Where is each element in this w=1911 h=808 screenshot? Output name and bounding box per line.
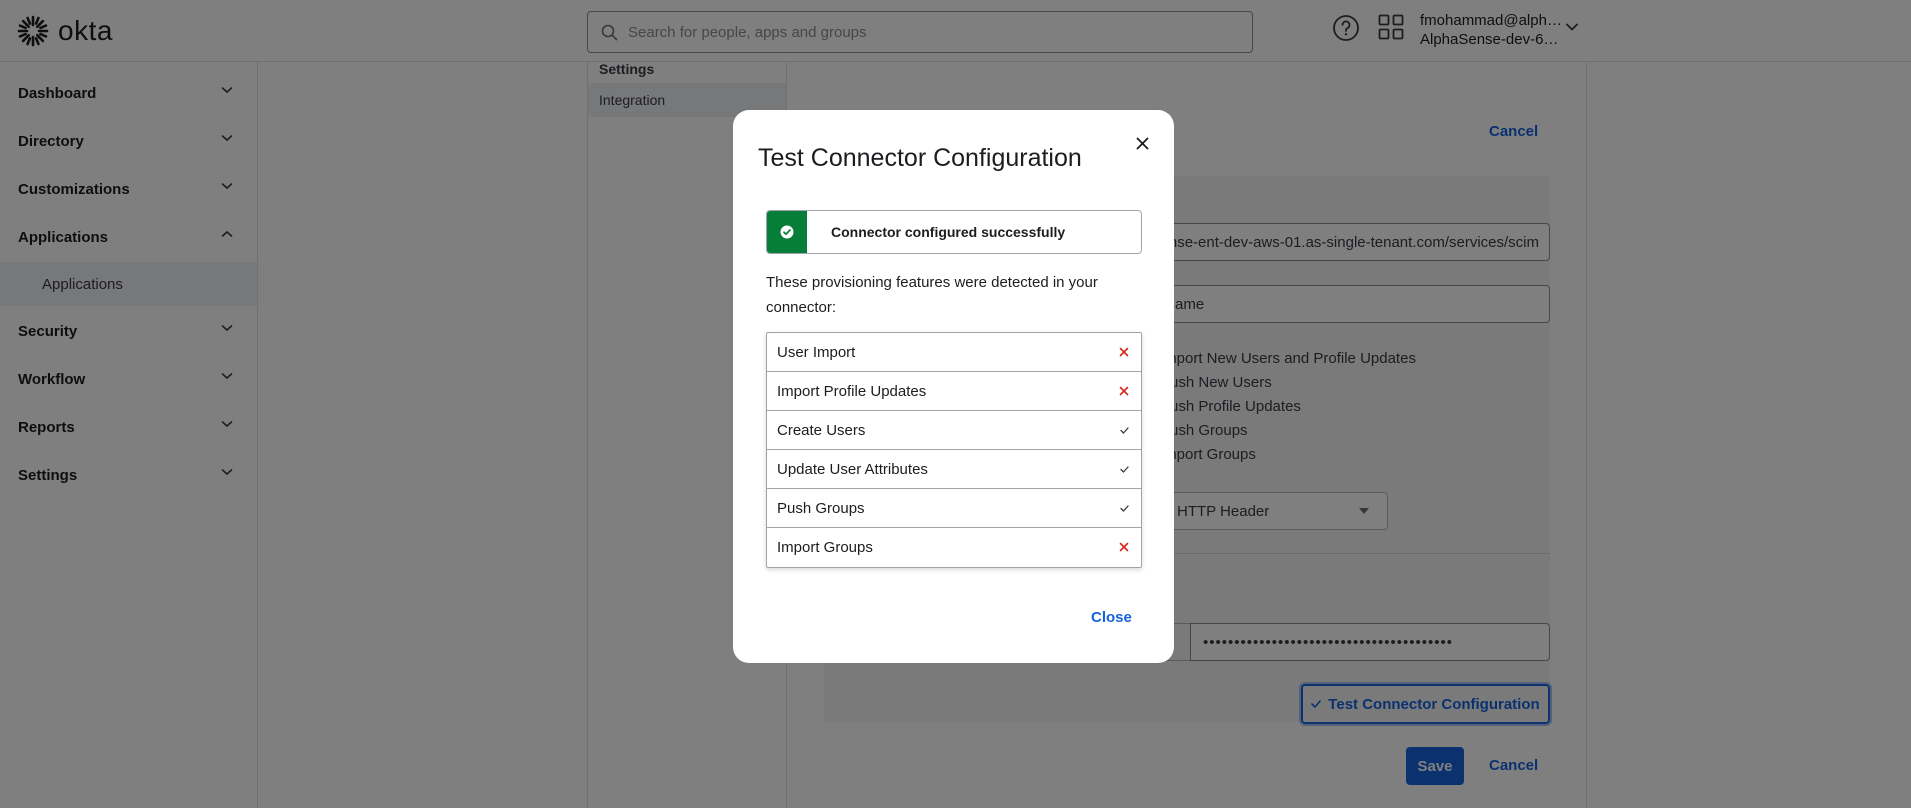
dialog-close-button[interactable]	[1130, 131, 1154, 155]
list-item: Create Users	[767, 411, 1141, 450]
detected-check-icon	[1118, 424, 1130, 436]
feature-label: Push Groups	[777, 499, 865, 517]
detected-features-list: User Import Import Profile Updates Creat…	[766, 332, 1142, 568]
list-item: Import Groups	[767, 528, 1141, 567]
dialog-intro-text: These provisioning features were detecte…	[766, 274, 1098, 316]
success-banner: Connector configured successfully	[766, 210, 1142, 254]
feature-label: User Import	[777, 343, 856, 361]
feature-label: Import Groups	[777, 539, 873, 556]
feature-label: Import Profile Updates	[777, 382, 927, 400]
list-item: Import Profile Updates	[767, 372, 1141, 411]
not-detected-x-icon	[1118, 346, 1130, 358]
list-item: User Import	[767, 333, 1141, 372]
close-icon	[1136, 137, 1148, 149]
not-detected-x-icon	[1118, 385, 1130, 397]
feature-label: Create Users	[777, 421, 866, 439]
dialog-title: Test Connector Configuration	[758, 144, 1082, 172]
feature-label: Update User Attributes	[777, 460, 928, 478]
success-check-icon	[780, 225, 794, 239]
not-detected-x-icon	[1118, 541, 1130, 553]
banner-icon-box	[767, 211, 807, 253]
banner-message: Connector configured successfully	[831, 224, 1066, 240]
detected-check-icon	[1118, 463, 1130, 475]
detected-check-icon	[1118, 502, 1130, 514]
list-item: Update User Attributes	[767, 450, 1141, 489]
list-item: Push Groups	[767, 489, 1141, 528]
close-button[interactable]: Close	[1091, 609, 1132, 626]
